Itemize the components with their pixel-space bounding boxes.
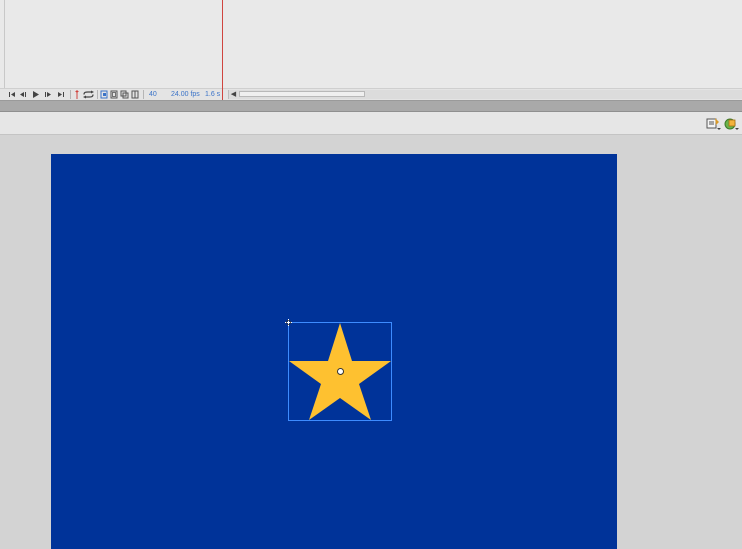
toolbar-separator — [143, 90, 144, 99]
loop-icon — [83, 90, 94, 99]
edit-multiple-frames-icon — [120, 90, 129, 99]
onion-skin-outlines-button[interactable] — [110, 90, 118, 99]
app-window: 40 24.00 fps 1.6 s ◀ — [0, 0, 742, 549]
last-frame-button[interactable] — [56, 90, 65, 99]
step-forward-button[interactable] — [43, 90, 53, 99]
onion-markers-icon — [131, 90, 139, 99]
edit-bar — [0, 112, 742, 135]
first-frame-icon — [9, 92, 15, 97]
star-symbol-instance[interactable] — [285, 319, 392, 421]
elapsed-time-readout[interactable]: 1.6 s — [205, 90, 220, 99]
transformation-point-icon[interactable] — [337, 368, 344, 375]
timeline-horizontal-scrollbar[interactable]: ◀ — [228, 90, 742, 99]
edit-symbols-icon[interactable] — [724, 117, 740, 131]
edit-scene-icon[interactable] — [706, 117, 722, 131]
toolbar-separator — [97, 90, 98, 99]
edit-multiple-frames-button[interactable] — [120, 90, 129, 99]
onion-skin-icon — [100, 90, 108, 99]
playhead[interactable] — [222, 0, 223, 100]
toolbar-separator — [70, 90, 71, 99]
step-back-icon — [20, 92, 26, 97]
step-forward-icon — [45, 92, 51, 97]
registration-point-icon — [285, 319, 292, 326]
play-button[interactable] — [31, 90, 40, 99]
scrollbar-thumb[interactable] — [239, 91, 365, 97]
last-frame-icon — [58, 92, 64, 97]
first-frame-button[interactable] — [8, 90, 17, 99]
panel-divider[interactable] — [0, 100, 742, 112]
scroll-left-arrow-icon[interactable]: ◀ — [229, 90, 238, 99]
current-frame-readout[interactable]: 40 — [149, 90, 157, 99]
timeline-panel[interactable] — [0, 0, 742, 88]
center-frame-icon — [75, 90, 79, 99]
loop-button[interactable] — [82, 90, 95, 99]
modify-onion-markers-button[interactable] — [131, 90, 139, 99]
frame-rate-readout[interactable]: 24.00 fps — [171, 90, 200, 99]
timeline-layer-divider — [4, 0, 5, 88]
play-icon — [33, 91, 39, 98]
center-frame-button[interactable] — [73, 90, 81, 99]
onion-skin-button[interactable] — [100, 90, 108, 99]
timeline-control-bar: 40 24.00 fps 1.6 s ◀ — [0, 88, 742, 100]
onion-skin-outlines-icon — [110, 90, 118, 99]
step-back-button[interactable] — [19, 90, 29, 99]
